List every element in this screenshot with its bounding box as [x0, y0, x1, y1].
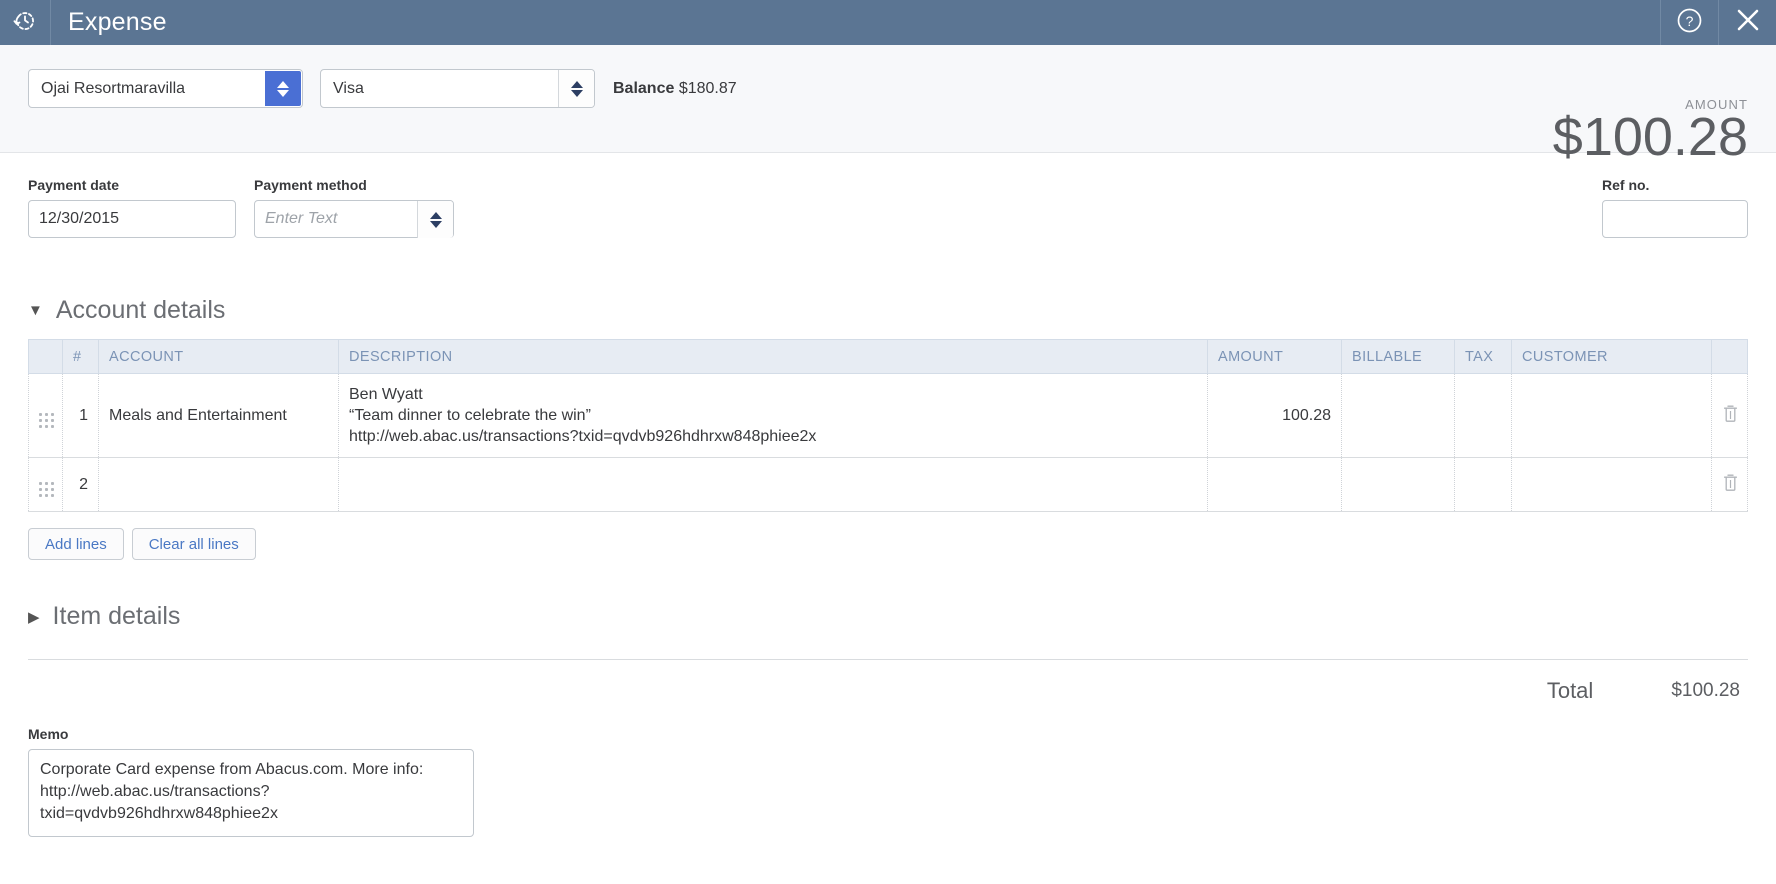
memo-label: Memo [28, 726, 69, 742]
column-description: DESCRIPTION [338, 339, 1208, 374]
row-customer[interactable] [1511, 457, 1712, 512]
row-drag-handle[interactable] [28, 373, 63, 458]
column-billable: BILLABLE [1341, 339, 1455, 374]
payment-fields-row: Payment date Payment method Ref no. [28, 153, 1748, 238]
app-logo [0, 0, 51, 45]
table-row[interactable]: 1 Meals and Entertainment Ben Wyatt “Tea… [28, 373, 1748, 458]
total-row: Total $100.28 [28, 678, 1748, 704]
account-details-table: # ACCOUNT DESCRIPTION AMOUNT BILLABLE TA… [28, 339, 1748, 512]
chevron-right-icon: ▶ [28, 608, 40, 626]
row-amount[interactable] [1207, 457, 1342, 512]
row-number: 1 [62, 373, 99, 458]
line-actions: Add lines Clear all lines [28, 528, 1748, 560]
column-handle [28, 339, 63, 374]
memo-textarea[interactable]: Corporate Card expense from Abacus.com. … [28, 749, 474, 837]
row-description[interactable]: Ben Wyatt “Team dinner to celebrate the … [338, 373, 1208, 458]
clock-arrow-icon [12, 7, 38, 38]
trash-icon [1722, 474, 1739, 496]
row-amount[interactable]: 100.28 [1207, 373, 1342, 458]
total-label: Total [1546, 678, 1594, 703]
column-account: ACCOUNT [98, 339, 339, 374]
description-line-3: http://web.abac.us/transactions?txid=qvd… [349, 428, 817, 445]
table-row[interactable]: 2 [28, 457, 1748, 512]
payment-method-field: Payment method [254, 177, 454, 238]
trash-icon [1722, 405, 1739, 427]
chevron-down-icon: ▼ [28, 302, 43, 319]
description-line-2: “Team dinner to celebrate the win” [349, 407, 591, 424]
help-button[interactable]: ? [1660, 0, 1718, 45]
row-tax[interactable] [1454, 457, 1512, 512]
payment-method-input[interactable] [254, 200, 454, 238]
section-divider [28, 659, 1748, 660]
window-title: Expense [68, 8, 167, 36]
row-drag-handle[interactable] [28, 457, 63, 512]
item-details-header[interactable]: ▶ Item details [28, 602, 1748, 631]
balance-label: Balance [613, 80, 675, 97]
ref-no-label: Ref no. [1602, 177, 1650, 193]
ref-no-field: Ref no. [1602, 177, 1748, 238]
row-delete-button[interactable] [1711, 373, 1748, 458]
row-customer[interactable] [1511, 373, 1712, 458]
row-billable[interactable] [1341, 373, 1455, 458]
close-icon [1734, 6, 1762, 39]
form-body: Payment date Payment method Ref no. ▼ Ac… [0, 153, 1776, 842]
balance-display: Balance $180.87 [613, 69, 737, 108]
help-circle-icon: ? [1676, 7, 1703, 39]
balance-value: $180.87 [678, 80, 737, 97]
payment-date-field: Payment date [28, 177, 236, 238]
row-billable[interactable] [1341, 457, 1455, 512]
bank-account-select-wrapper: Visa [320, 69, 595, 108]
total-value: $100.28 [1671, 680, 1740, 701]
payee-select-wrapper: Ojai Resortmaravilla [28, 69, 303, 108]
payment-date-label: Payment date [28, 177, 120, 193]
table-header-row: # ACCOUNT DESCRIPTION AMOUNT BILLABLE TA… [28, 339, 1748, 374]
account-details-header[interactable]: ▼ Account details [28, 296, 1748, 325]
row-description[interactable] [338, 457, 1208, 512]
memo-block: Memo Corporate Card expense from Abacus.… [28, 726, 1748, 842]
row-delete-button[interactable] [1711, 457, 1748, 512]
svg-text:?: ? [1686, 13, 1694, 29]
column-amount: AMOUNT [1207, 339, 1342, 374]
item-details-title: Item details [52, 602, 181, 630]
ref-no-input[interactable] [1602, 200, 1748, 238]
add-lines-button[interactable]: Add lines [28, 528, 124, 560]
summary-strip: Ojai Resortmaravilla Visa Balance $180.8… [0, 45, 1776, 166]
column-tax: TAX [1454, 339, 1512, 374]
drag-handle-icon [39, 413, 54, 428]
account-details-title: Account details [55, 296, 226, 324]
bank-account-select[interactable]: Visa [320, 69, 595, 108]
drag-handle-icon [39, 482, 54, 497]
row-tax[interactable] [1454, 373, 1512, 458]
column-delete [1711, 339, 1748, 374]
window-title-bar: Expense ? [0, 0, 1776, 45]
payment-method-wrapper [254, 200, 454, 238]
column-customer: CUSTOMER [1511, 339, 1712, 374]
row-account[interactable] [98, 457, 339, 512]
column-num: # [62, 339, 99, 374]
description-line-1: Ben Wyatt [349, 386, 423, 403]
row-number: 2 [62, 457, 99, 512]
row-account[interactable]: Meals and Entertainment [98, 373, 339, 458]
close-button[interactable] [1718, 0, 1776, 45]
payee-select[interactable]: Ojai Resortmaravilla [28, 69, 303, 108]
payment-method-label: Payment method [254, 177, 367, 193]
payment-date-input[interactable] [28, 200, 236, 238]
clear-all-lines-button[interactable]: Clear all lines [131, 528, 256, 560]
